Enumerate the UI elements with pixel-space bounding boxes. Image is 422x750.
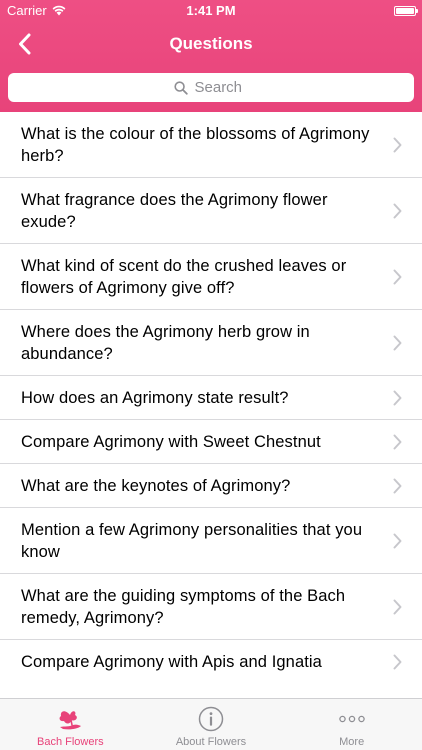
tab-more[interactable]: More <box>281 699 422 750</box>
chevron-right-icon <box>393 203 402 218</box>
questions-list: What is the colour of the blossoms of Ag… <box>0 112 422 698</box>
app-screen: Carrier 1:41 PM Questions Search What is… <box>0 0 422 750</box>
chevron-right-icon <box>393 654 402 670</box>
chevron-right-icon <box>393 533 402 548</box>
chevron-right-icon <box>393 478 402 493</box>
battery-icon <box>394 6 418 16</box>
chevron-right-icon <box>393 269 402 284</box>
question-row[interactable]: Compare Agrimony with Apis and Ignatia <box>0 640 422 684</box>
tab-label: More <box>339 736 365 748</box>
question-text: How does an Agrimony state result? <box>21 388 289 407</box>
question-text: What are the guiding symptoms of the Bac… <box>21 586 346 627</box>
status-time: 1:41 PM <box>186 3 236 18</box>
question-text: Mention a few Agrimony personalities tha… <box>21 520 363 561</box>
question-row[interactable]: What are the keynotes of Agrimony? <box>0 464 422 508</box>
question-row[interactable]: What fragrance does the Agrimony flower … <box>0 178 422 244</box>
question-text: What are the keynotes of Agrimony? <box>21 476 291 495</box>
question-row[interactable]: Mention a few Agrimony personalities tha… <box>0 508 422 574</box>
tab-label: Bach Flowers <box>37 736 104 748</box>
question-row[interactable]: What is the colour of the blossoms of Ag… <box>0 112 422 178</box>
header: Carrier 1:41 PM Questions <box>0 0 422 112</box>
flower-icon <box>55 704 85 734</box>
tab-about-flowers[interactable]: About Flowers <box>141 699 282 750</box>
page-title: Questions <box>169 34 253 53</box>
status-bar: Carrier 1:41 PM <box>0 0 422 22</box>
chevron-right-icon <box>393 599 402 614</box>
question-row[interactable]: What are the guiding symptoms of the Bac… <box>0 574 422 640</box>
question-row[interactable]: What kind of scent do the crushed leaves… <box>0 244 422 310</box>
chevron-left-icon <box>18 33 30 55</box>
question-row[interactable]: Where does the Agrimony herb grow in abu… <box>0 310 422 376</box>
question-text: What fragrance does the Agrimony flower … <box>21 190 328 231</box>
search-input[interactable] <box>194 79 249 96</box>
question-row[interactable]: How does an Agrimony state result? <box>0 376 422 420</box>
search-bar[interactable] <box>8 73 414 102</box>
chevron-right-icon <box>393 390 402 405</box>
question-text: What kind of scent do the crushed leaves… <box>21 256 347 297</box>
question-text: Compare Agrimony with Sweet Chestnut <box>21 432 321 451</box>
tab-bar: Bach Flowers About Flowers More <box>0 698 422 750</box>
chevron-right-icon <box>393 434 402 449</box>
info-icon <box>196 704 226 734</box>
question-text: Where does the Agrimony herb grow in abu… <box>21 322 310 363</box>
tab-label: About Flowers <box>175 736 247 748</box>
tab-bach-flowers[interactable]: Bach Flowers <box>0 699 141 750</box>
search-icon <box>173 80 188 95</box>
question-row[interactable]: Compare Agrimony with Sweet Chestnut <box>0 420 422 464</box>
chevron-right-icon <box>393 137 402 152</box>
question-text: What is the colour of the blossoms of Ag… <box>21 124 370 165</box>
more-icon <box>337 704 367 734</box>
chevron-right-icon <box>393 335 402 350</box>
back-button[interactable] <box>8 28 40 60</box>
navigation-bar: Questions <box>0 22 422 66</box>
question-text: Compare Agrimony with Apis and Ignatia <box>21 653 322 671</box>
